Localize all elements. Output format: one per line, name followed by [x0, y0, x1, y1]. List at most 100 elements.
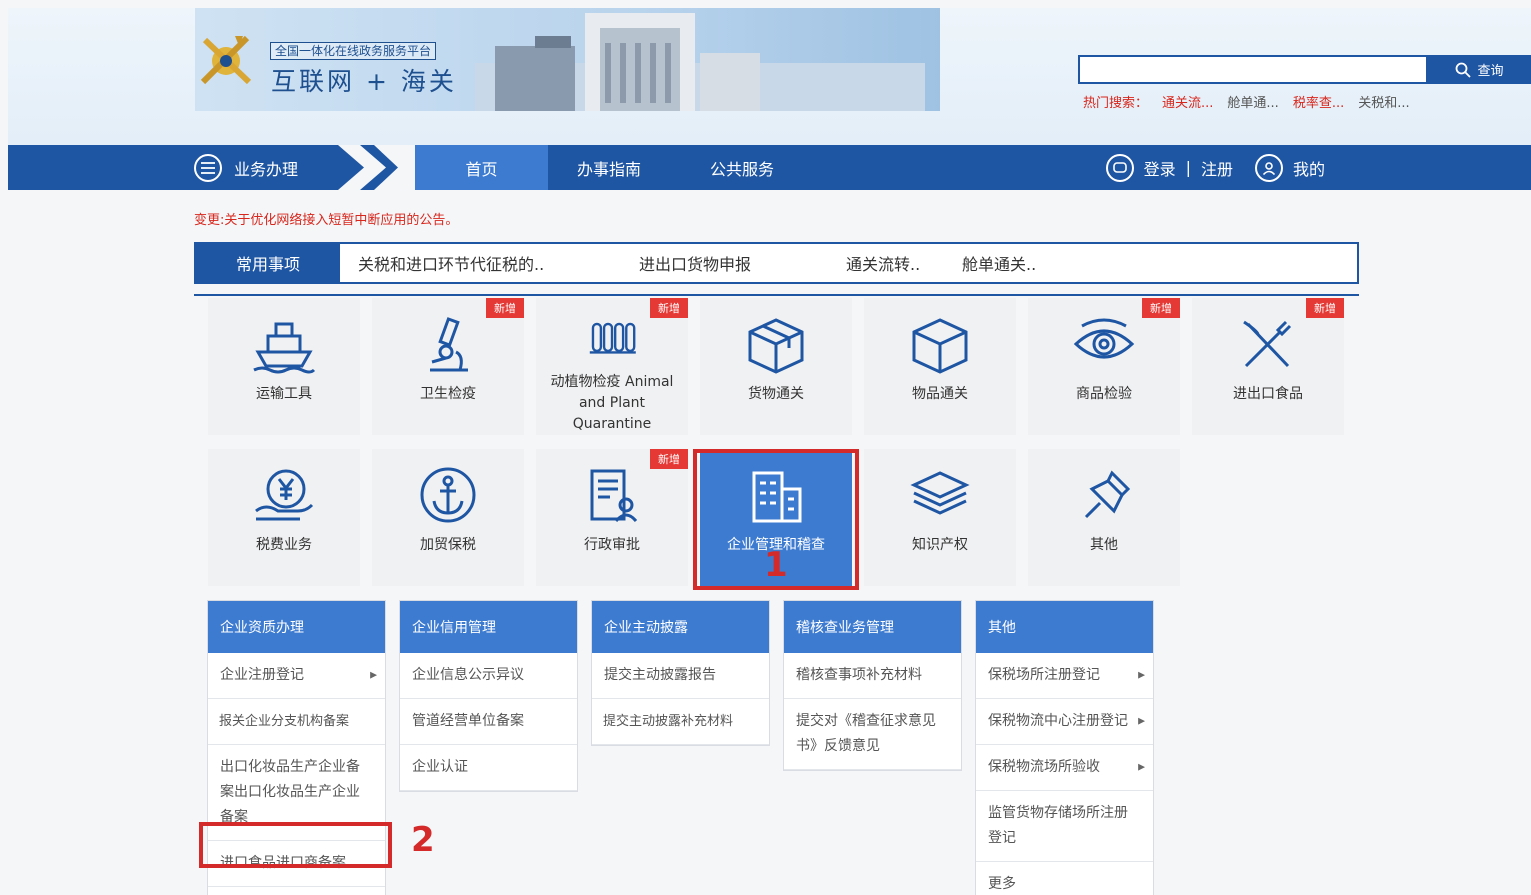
menu-item-more[interactable]: 更多 — [976, 862, 1153, 895]
tile-label: 知识产权 — [912, 537, 968, 553]
menu-column-title: 企业资质办理 — [208, 601, 385, 653]
customs-emblem-icon — [200, 35, 252, 85]
new-badge: 新增 — [486, 298, 524, 318]
menu-icon — [194, 153, 222, 182]
menu-item[interactable]: 管道经营单位备案 — [400, 699, 577, 745]
menu-item-label: 企业注册登记 — [220, 667, 304, 683]
mine-link[interactable]: 我的 — [1293, 156, 1325, 180]
tab-link[interactable]: 舱单通关.. — [962, 244, 1036, 282]
tile-tax-fees[interactable]: 税费业务 — [208, 449, 360, 586]
nav-user-area: 登录 | 注册 我的 — [1105, 145, 1325, 190]
menu-item[interactable]: 提交主动披露补充材料 — [592, 699, 769, 745]
pin-icon — [1084, 470, 1131, 519]
nav-business-label: 业务办理 — [234, 159, 299, 179]
nav-public-service[interactable]: 公共服务 — [710, 145, 774, 190]
annotation-number: 2 — [411, 820, 435, 860]
tile-cargo-clearance[interactable]: 货物通关 — [700, 298, 852, 435]
eye-icon — [1073, 318, 1135, 359]
menu-item[interactable]: 保税物流场所验收 ▶ — [976, 745, 1153, 791]
tile-label: 货物通关 — [748, 386, 804, 402]
caret-right-icon: ▶ — [1138, 762, 1145, 772]
tile-label: 其他 — [1090, 537, 1118, 553]
caret-right-icon: ▶ — [1138, 670, 1145, 680]
menu-item[interactable]: 监管货物存储场所注册登记 — [976, 791, 1153, 862]
menu-item[interactable]: 保税物流中心注册登记 ▶ — [976, 699, 1153, 745]
menu-column-title: 其他 — [976, 601, 1153, 653]
menu-item[interactable]: 保税场所注册登记 ▶ — [976, 653, 1153, 699]
menu-item-label: 更多 — [988, 876, 1016, 892]
divider — [194, 294, 1359, 296]
tile-intellectual-property[interactable]: 知识产权 — [864, 449, 1016, 586]
new-badge: 新增 — [1142, 298, 1180, 318]
package-icon — [748, 318, 804, 374]
tile-other[interactable]: 其他 — [1028, 449, 1180, 586]
tile-processing-trade[interactable]: 加贸保税 — [372, 449, 524, 586]
search-button-label: 查询 — [1477, 64, 1504, 79]
menu-item-more[interactable]: 更多 — [208, 887, 385, 895]
menu-item-label: 企业认证 — [412, 759, 468, 775]
menu-column-title: 企业信用管理 — [400, 601, 577, 653]
menu-item[interactable]: 提交对《稽查征求意见书》反馈意见 — [784, 699, 961, 770]
new-badge: 新增 — [650, 298, 688, 318]
search-input[interactable] — [1078, 55, 1428, 84]
menu-column-other: 其他 保税场所注册登记 ▶ 保税物流中心注册登记 ▶ 保税物流场所验收 ▶ 监管… — [975, 600, 1154, 895]
menu-column-disclosure: 企业主动披露 提交主动披露报告 提交主动披露补充材料 — [591, 600, 770, 746]
search-button[interactable]: 查询 — [1428, 55, 1531, 84]
document-user-icon — [590, 469, 638, 523]
main-nav: 业务办理 首页 办事指南 公共服务 登录 | 注册 我的 — [8, 145, 1531, 190]
hot-search-link[interactable]: 通关流... — [1162, 92, 1213, 111]
tab-link[interactable]: 关税和进口环节代征税的.. — [358, 244, 544, 282]
site-name[interactable]: 互联网 + 海关 — [271, 62, 457, 98]
menu-item-label: 报关企业分支机构备案 — [219, 714, 350, 729]
hot-search-link[interactable]: 舱单通... — [1227, 92, 1278, 111]
tile-label: 加贸保税 — [420, 537, 476, 553]
menu-item[interactable]: 企业信息公示异议 — [400, 653, 577, 699]
nav-separator: | — [1185, 158, 1191, 177]
menu-item[interactable]: 提交主动披露报告 — [592, 653, 769, 699]
tile-commodity-inspection[interactable]: 商品检验 新增 — [1028, 298, 1180, 435]
register-link[interactable]: 注册 — [1201, 156, 1233, 180]
hot-search-link[interactable]: 关税和... — [1358, 92, 1409, 111]
caret-right-icon: ▶ — [1138, 716, 1145, 726]
menu-item[interactable]: 企业认证 — [400, 745, 577, 791]
menu-item[interactable]: 稽核查事项补充材料 — [784, 653, 961, 699]
menu-item-label: 保税场所注册登记 — [988, 667, 1100, 683]
menu-item-label: 提交主动披露报告 — [604, 667, 716, 683]
common-items-bar: 常用事项 关税和进口环节代征税的.. 进出口货物申报 通关流转.. 舱单通关.. — [194, 242, 1359, 284]
nav-guide[interactable]: 办事指南 — [577, 145, 641, 190]
menu-column-title: 企业主动披露 — [592, 601, 769, 653]
caret-right-icon: ▶ — [370, 670, 377, 680]
tile-label: 物品通关 — [912, 386, 968, 402]
tile-label: 商品检验 — [1076, 386, 1132, 402]
menu-item-label: 保税物流中心注册登记 — [988, 713, 1128, 729]
tile-label: 税费业务 — [256, 537, 312, 553]
menu-item-label: 保税物流场所验收 — [988, 759, 1100, 775]
tile-animal-plant-quarantine[interactable]: 动植物检疫 Animal and Plant Quarantine 新增 — [536, 298, 688, 435]
layers-icon — [910, 471, 970, 515]
tile-label: 进出口食品 — [1233, 386, 1303, 402]
microscope-icon — [430, 317, 468, 372]
hot-search-link[interactable]: 税率查... — [1293, 92, 1344, 111]
tab-common-items[interactable]: 常用事项 — [196, 244, 340, 282]
menu-item[interactable]: 报关企业分支机构备案 — [208, 699, 385, 745]
new-badge: 新增 — [1306, 298, 1344, 318]
tile-import-export-food[interactable]: 进出口食品 新增 — [1192, 298, 1344, 435]
cube-icon — [912, 318, 968, 374]
yuan-hand-icon — [255, 469, 314, 521]
nav-home[interactable]: 首页 — [415, 145, 548, 190]
hot-search: 热门搜索： 通关流... 舱单通... 税率查... 关税和... — [1083, 92, 1410, 111]
tile-goods-clearance[interactable]: 物品通关 — [864, 298, 1016, 435]
tile-health-quarantine[interactable]: 卫生检疫 新增 — [372, 298, 524, 435]
tile-administrative-approval[interactable]: 行政审批 新增 — [536, 449, 688, 586]
hot-search-label: 热门搜索： — [1083, 96, 1149, 111]
tab-link[interactable]: 通关流转.. — [846, 244, 920, 282]
notice-link[interactable]: 变更:关于优化网络接入短暂中断应用的公告。 — [194, 209, 458, 228]
ship-icon — [253, 322, 316, 374]
tile-transport[interactable]: 运输工具 — [208, 298, 360, 435]
nav-divider-arrow — [338, 145, 422, 190]
tab-link[interactable]: 进出口货物申报 — [639, 244, 751, 282]
anchor-icon — [420, 467, 476, 523]
nav-business[interactable]: 业务办理 — [194, 145, 298, 190]
menu-item[interactable]: 企业注册登记 ▶ — [208, 653, 385, 699]
login-link[interactable]: 登录 — [1144, 156, 1176, 180]
